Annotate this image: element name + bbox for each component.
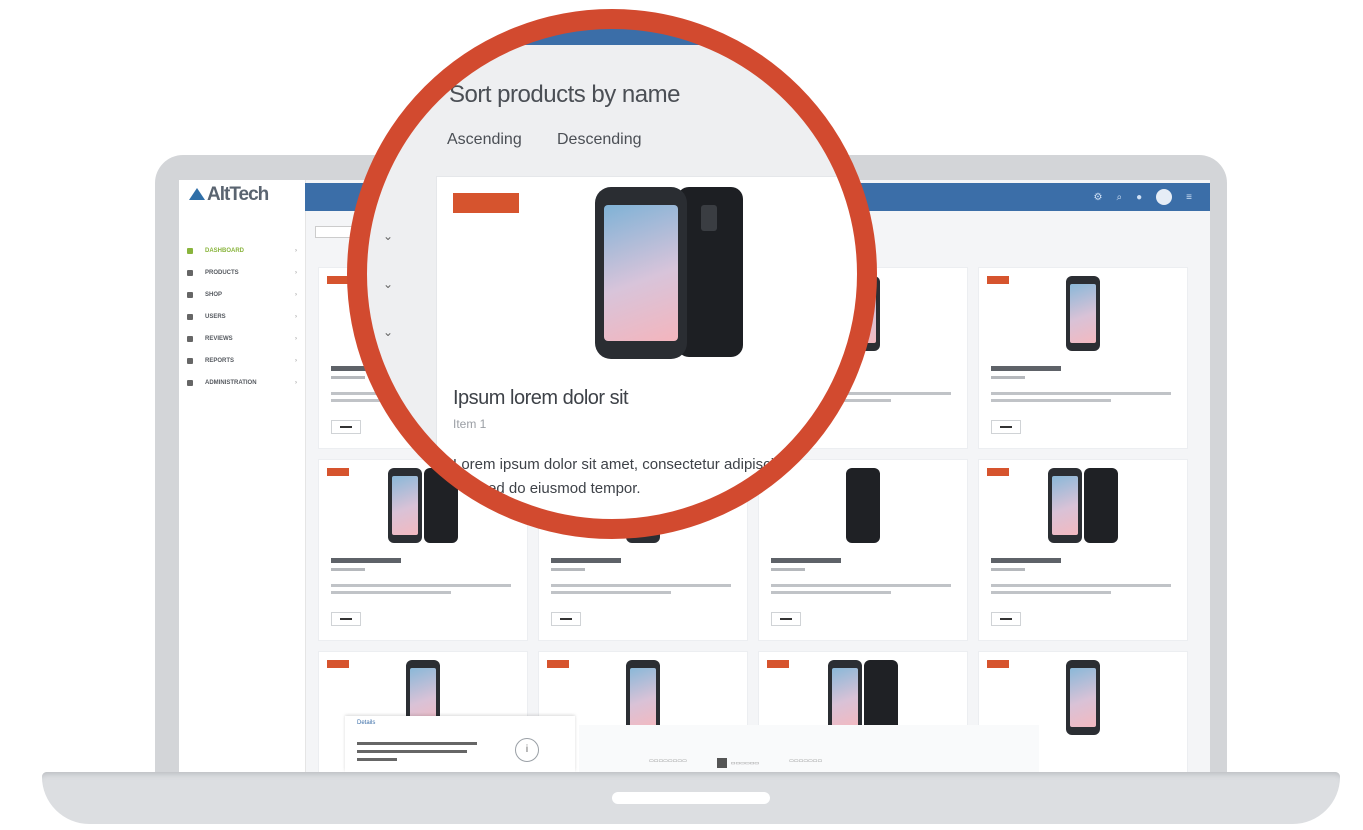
sidebar-nav: Dashboard › Products › Shop › Users › Review… [187,240,301,394]
sidebar-item-reports[interactable]: Reports › [187,350,301,372]
footer-item: ▭▭▭▭▭▭▭▭ [649,758,687,764]
more-button[interactable] [991,420,1021,434]
info-icon[interactable]: i [515,738,539,762]
brand-logo[interactable]: AltTech [189,184,269,206]
chevron-right-icon: › [295,380,297,386]
avatar[interactable] [1156,189,1173,205]
brand-name: AltTech [207,184,269,205]
product-title [991,366,1061,371]
chevron-right-icon: › [295,336,297,342]
sidebar-item-label: Dashboard [205,248,244,254]
sidebar-item-reviews[interactable]: Reviews › [187,328,301,350]
more-button[interactable] [771,612,801,626]
product-description [771,591,891,594]
sale-badge [327,660,349,668]
sidebar-item-label: Reviews [205,336,233,342]
footer-item: ▭▭▭▭▭▭▭ [789,758,823,764]
sidebar-item-dashboard[interactable]: Dashboard › [187,240,301,262]
product-description [551,591,671,594]
sidebar-item-users[interactable]: Users › [187,306,301,328]
product-image [1048,468,1118,543]
details-panel: Details i [345,716,575,772]
sidebar-item-products[interactable]: Products › [187,262,301,284]
product-subtitle [551,568,585,571]
logo-icon [189,188,205,200]
search-icon[interactable]: ⌕ [1117,192,1123,203]
sidebar-item-label: Users [205,314,226,320]
product-title [771,558,841,563]
reports-icon [187,358,193,364]
product-card[interactable] [979,460,1187,640]
product-image [828,660,898,735]
sale-badge [987,468,1009,476]
sale-badge [767,660,789,668]
chevron-right-icon: › [295,358,297,364]
chevron-right-icon: › [295,292,297,298]
product-subtitle [331,376,365,379]
chevron-right-icon: › [295,248,297,254]
products-icon [187,270,193,276]
footer-legend: ▭▭▭▭▭▭▭▭ ▭▭▭▭▭▭ ▭▭▭▭▭▭▭ [649,758,822,768]
sale-badge [327,468,349,476]
more-button[interactable] [991,612,1021,626]
product-image [1066,276,1100,351]
administration-icon [187,380,193,386]
dashboard-icon [187,248,193,254]
sidebar-item-shop[interactable]: Shop › [187,284,301,306]
details-line [357,758,397,761]
product-subtitle [331,568,365,571]
details-panel-title: Details [357,720,376,726]
product-description [991,591,1111,594]
sidebar-item-label: Administration [205,380,257,386]
magnifier-ring [347,9,877,539]
swatch-icon [716,758,727,768]
product-subtitle [771,568,805,571]
more-button[interactable] [331,612,361,626]
chevron-right-icon: › [295,314,297,320]
product-subtitle [991,376,1025,379]
product-description [991,399,1111,402]
laptop-notch [612,792,770,804]
product-card[interactable] [979,268,1187,448]
users-icon [187,314,193,320]
details-line [357,750,467,753]
product-description [991,392,1171,395]
product-title [331,558,401,563]
sidebar-item-label: Products [205,270,239,276]
footer-item: ▭▭▭▭▭▭ [716,758,759,768]
more-button[interactable] [331,420,361,434]
product-description [331,584,511,587]
product-description [771,584,951,587]
product-subtitle [991,568,1025,571]
chevron-right-icon: › [295,270,297,276]
sidebar-item-administration[interactable]: Administration › [187,372,301,394]
sidebar-item-label: Reports [205,358,235,364]
sale-badge [987,276,1009,284]
sidebar: AltTech Dashboard › Products › Shop › Users… [179,180,306,772]
settings-icon[interactable]: ⚙ [1094,192,1103,203]
product-image [1066,660,1100,735]
details-line [357,742,477,745]
menu-icon[interactable]: ≡ [1186,192,1192,203]
sale-badge [327,276,349,284]
reviews-icon [187,336,193,342]
shop-icon [187,292,193,298]
sidebar-item-label: Shop [205,292,223,298]
sale-badge [987,660,1009,668]
product-image [626,660,660,735]
product-title [991,558,1061,563]
appbar-actions: ⚙ ⌕ ● ≡ [1094,183,1192,211]
sale-badge [547,660,569,668]
product-description [551,584,731,587]
product-description [991,584,1171,587]
product-description [331,591,451,594]
notification-icon[interactable]: ● [1136,192,1142,203]
product-title [551,558,621,563]
more-button[interactable] [551,612,581,626]
